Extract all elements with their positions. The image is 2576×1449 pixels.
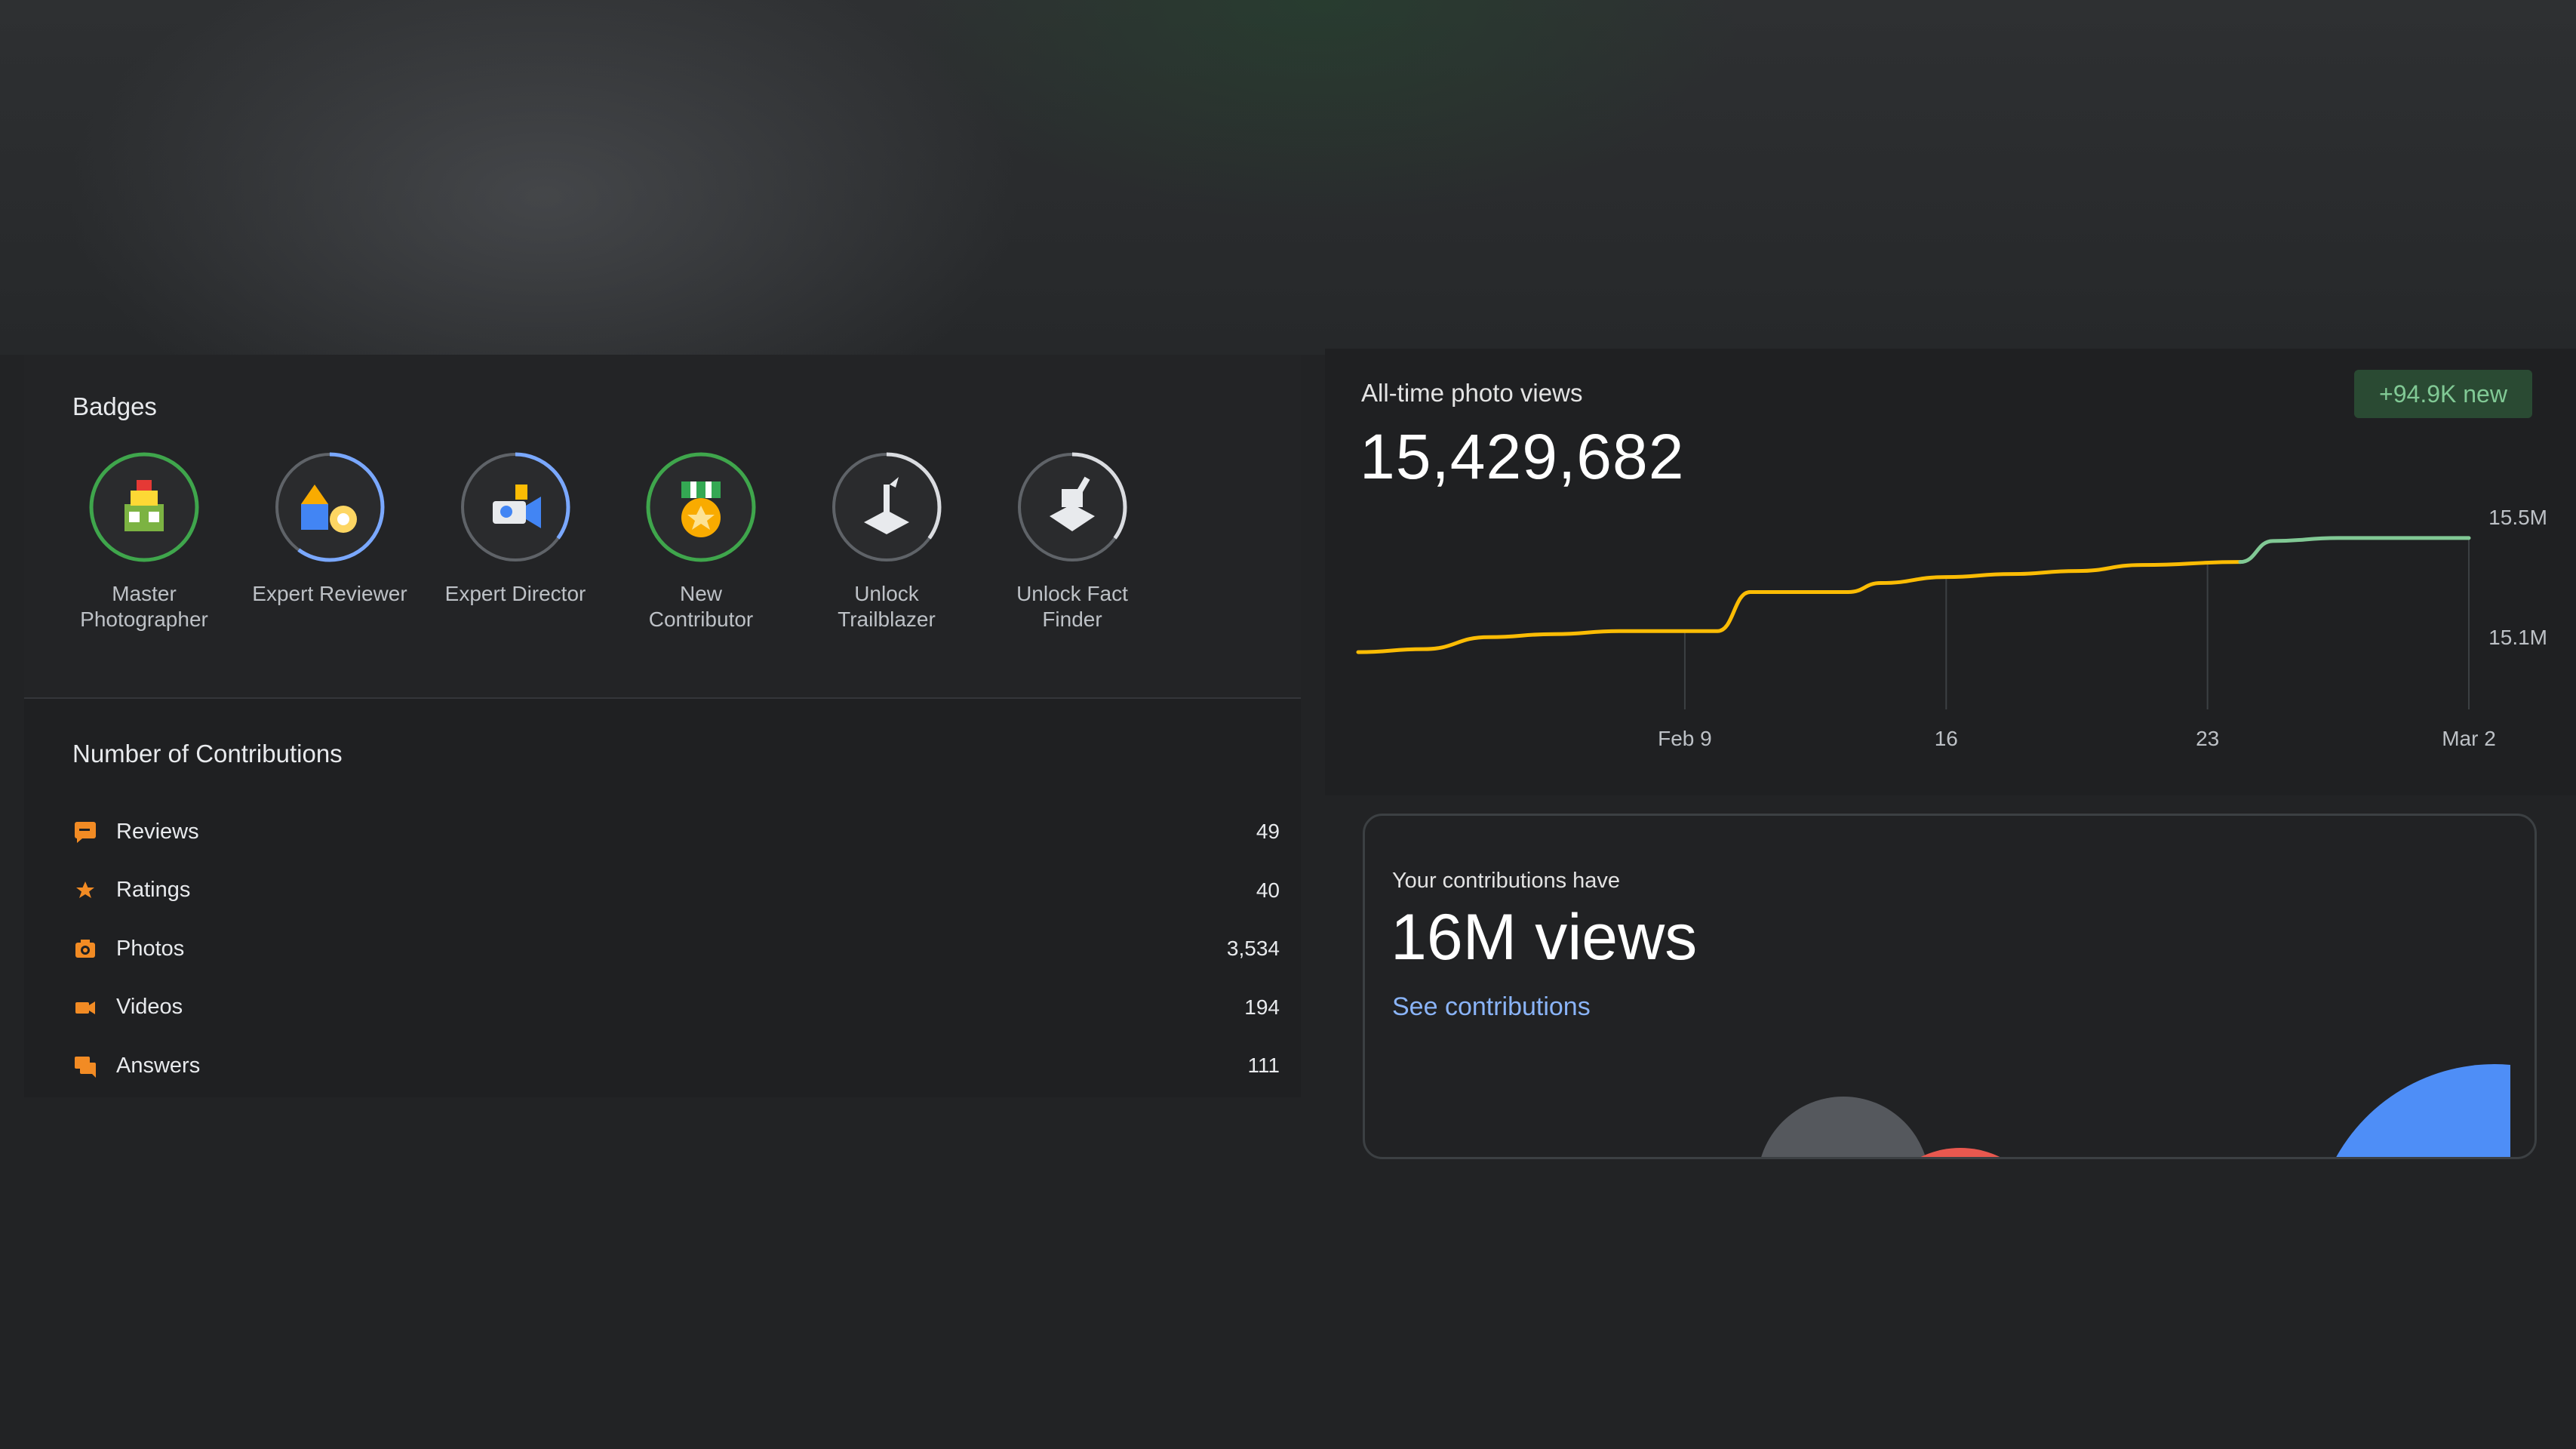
photo-views-chart: Feb 9 16 23 Mar 2 15.5M 15.1M <box>1356 506 2547 750</box>
badge-unlock-fact-finder[interactable]: Unlock Fact Finder <box>979 451 1165 632</box>
x-tick-label: 16 <box>1935 727 1958 750</box>
badge-ring <box>88 451 200 563</box>
blue-quarter-shape <box>2336 1064 2510 1157</box>
profile-stats-panel: Badges Master Photographer Expert Reviewer… <box>24 355 1301 1097</box>
contribution-row-videos[interactable]: Videos 194 <box>72 985 1280 1030</box>
badge-label: New Contributor <box>648 582 754 631</box>
series-line-previous <box>1356 560 2242 654</box>
badge-master-photographer[interactable]: Master Photographer <box>51 451 237 632</box>
contribution-count: 40 <box>1256 878 1280 902</box>
answers-icon <box>72 1053 98 1078</box>
badge-new-contributor[interactable]: New Contributor <box>608 451 794 632</box>
contribution-label: Videos <box>116 995 183 1019</box>
badge-label: Unlock Fact Finder <box>1016 582 1128 631</box>
badges-section: Badges Master Photographer Expert Reviewer… <box>24 355 1301 699</box>
gray-circle-shape <box>1761 1097 1926 1157</box>
contribution-row-ratings[interactable]: Ratings 40 <box>72 868 1280 913</box>
contributions-summary-card[interactable]: Your contributions have 16M views See co… <box>1363 814 2537 1159</box>
camera-icon <box>72 936 98 961</box>
contribution-count: 49 <box>1256 820 1280 843</box>
badge-expert-reviewer[interactable]: Expert Reviewer <box>237 451 423 607</box>
contribution-row-photos[interactable]: Photos 3,534 <box>72 926 1280 971</box>
review-icon <box>72 819 98 844</box>
header-backdrop <box>0 0 2576 355</box>
badge-ring <box>274 451 386 563</box>
x-tick-label: Feb 9 <box>1658 727 1712 750</box>
contribution-count: 111 <box>1247 1054 1280 1077</box>
x-tick-label: 23 <box>2196 727 2219 750</box>
contribution-count: 194 <box>1244 995 1280 1019</box>
contribution-count: 3,534 <box>1226 937 1280 960</box>
badge-ring <box>1016 451 1128 563</box>
photo-views-panel: All-time photo views 15,429,682 +94.9K n… <box>1325 349 2576 795</box>
badge-label: Master Photographer <box>80 582 208 631</box>
badge-label: Expert Director <box>444 582 586 605</box>
contributions-title: Number of Contributions <box>72 740 343 768</box>
contribution-label: Answers <box>116 1053 201 1078</box>
contribution-label: Photos <box>116 936 185 961</box>
badge-label: Expert Reviewer <box>252 582 407 605</box>
contribution-row-answers[interactable]: Answers 111 <box>72 1043 1280 1088</box>
badge-ring <box>831 451 942 563</box>
x-tick-label: Mar 2 <box>2442 727 2496 750</box>
badges-title: Badges <box>72 392 157 420</box>
badge-unlock-trailblazer[interactable]: Unlock Trailblazer <box>794 451 979 632</box>
badge-expert-director[interactable]: Expert Director <box>423 451 608 607</box>
badge-ring <box>645 451 757 563</box>
y-tick-label: 15.5M <box>2488 506 2547 529</box>
y-tick-label: 15.1M <box>2488 626 2547 649</box>
medal-icon <box>681 481 721 537</box>
contribution-label: Ratings <box>116 878 191 902</box>
card-illustration <box>1761 1064 2510 1157</box>
series-line-new <box>2238 536 2471 565</box>
badge-label: Unlock Trailblazer <box>838 582 936 631</box>
contribution-label: Reviews <box>116 819 199 844</box>
contribution-row-reviews[interactable]: Reviews 49 <box>72 809 1280 854</box>
videocam-icon <box>72 995 98 1020</box>
badge-ring <box>460 451 571 563</box>
star-icon <box>72 878 98 903</box>
